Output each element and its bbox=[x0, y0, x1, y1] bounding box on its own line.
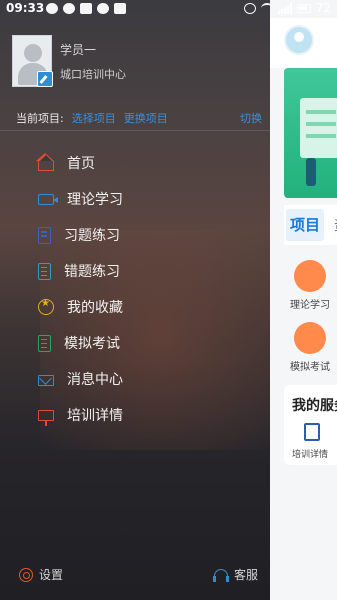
drawer-nav: 首页 理论学习 习题练习 错题练习 我的收藏 模拟考试 消息中心 培训详情 bbox=[0, 145, 270, 433]
avatar-head bbox=[24, 44, 42, 62]
trophy-icon bbox=[294, 322, 326, 354]
nav-item-messages[interactable]: 消息中心 bbox=[0, 361, 270, 397]
mail-icon bbox=[38, 374, 54, 386]
calendar-icon bbox=[114, 3, 126, 14]
nav-item-training-details[interactable]: 培训详情 bbox=[0, 397, 270, 433]
banner-figure bbox=[306, 158, 316, 186]
nav-item-label: 首页 bbox=[67, 156, 95, 172]
drawer-footer: 设置 客服 bbox=[0, 560, 270, 588]
battery-level: 72 bbox=[315, 1, 331, 15]
nav-item-mock-exam[interactable]: 模拟考试 bbox=[0, 325, 270, 361]
edit-icon[interactable] bbox=[37, 71, 53, 87]
nav-item-label: 消息中心 bbox=[67, 372, 123, 388]
main-tabs: 项目 资 bbox=[284, 205, 337, 245]
banner-line bbox=[306, 110, 336, 114]
main-menu-label: 模拟考试 bbox=[290, 362, 330, 373]
current-project-row: 当前项目: 选择项目 更换项目 切换 bbox=[16, 110, 266, 126]
main-menu-theory[interactable]: 理论学习 bbox=[284, 260, 336, 311]
nav-item-label: 我的收藏 bbox=[67, 300, 123, 316]
check-icon bbox=[97, 3, 109, 14]
nav-item-theory[interactable]: 理论学习 bbox=[0, 181, 270, 217]
chat-icon bbox=[46, 3, 58, 14]
nav-item-label: 培训详情 bbox=[67, 408, 123, 424]
banner-line bbox=[306, 122, 336, 126]
nav-item-mistakes[interactable]: 错题练习 bbox=[0, 253, 270, 289]
status-right: 72 bbox=[243, 1, 331, 15]
star-icon bbox=[38, 298, 54, 315]
document-icon bbox=[38, 334, 51, 352]
service-label: 培训详情 bbox=[292, 450, 329, 460]
user-avatar-icon[interactable] bbox=[284, 25, 314, 55]
select-project-link[interactable]: 选择项目 bbox=[72, 110, 116, 126]
main-menu-label: 理论学习 bbox=[290, 300, 330, 311]
video-icon bbox=[294, 260, 326, 292]
image-icon bbox=[80, 3, 92, 14]
video-icon bbox=[38, 193, 58, 205]
bookmark-icon[interactable] bbox=[304, 423, 320, 441]
gear-icon bbox=[19, 567, 33, 582]
main-app-panel: 项目 资 理论学习 模拟考试 我的服务 培训详情 bbox=[270, 0, 337, 600]
battery-icon bbox=[296, 3, 311, 13]
nav-item-favorites[interactable]: 我的收藏 bbox=[0, 289, 270, 325]
divider bbox=[0, 130, 270, 131]
project-label: 当前项目: bbox=[16, 112, 64, 125]
banner-screen bbox=[300, 98, 337, 158]
customer-service-button[interactable]: 客服 bbox=[212, 566, 258, 583]
headset-icon bbox=[212, 568, 229, 582]
tab-project[interactable]: 项目 bbox=[286, 209, 324, 241]
home-icon bbox=[36, 153, 54, 171]
location-icon bbox=[63, 3, 75, 14]
nav-item-label: 习题练习 bbox=[64, 228, 120, 244]
navigation-drawer: 学员一 城口培训中心 当前项目: 选择项目 更换项目 切换 首页 理论学习 习题… bbox=[0, 0, 270, 600]
profile-header[interactable]: 学员一 城口培训中心 bbox=[12, 35, 252, 91]
status-time: 09:33 bbox=[6, 1, 45, 15]
services-title: 我的服务 bbox=[292, 398, 337, 414]
main-menu-exam[interactable]: 模拟考试 bbox=[284, 322, 336, 373]
notebook-icon bbox=[38, 226, 51, 244]
service-label: 客服 bbox=[233, 568, 258, 582]
switch-project-link[interactable]: 切换 bbox=[240, 110, 262, 126]
user-name: 学员一 bbox=[60, 43, 97, 57]
alarm-icon bbox=[243, 2, 256, 14]
status-bar: 09:33 72 bbox=[0, 0, 337, 18]
signal-icon bbox=[277, 2, 292, 14]
nav-item-label: 理论学习 bbox=[67, 192, 123, 208]
settings-label: 设置 bbox=[39, 568, 64, 582]
banner-image[interactable] bbox=[284, 68, 337, 198]
settings-button[interactable]: 设置 bbox=[19, 566, 63, 583]
change-project-link[interactable]: 更换项目 bbox=[124, 110, 168, 126]
banner-line bbox=[306, 134, 336, 138]
nav-item-home[interactable]: 首页 bbox=[0, 145, 270, 181]
nav-item-label: 模拟考试 bbox=[64, 336, 120, 352]
checklist-icon bbox=[38, 262, 51, 280]
wifi-icon bbox=[260, 2, 273, 14]
nav-item-label: 错题练习 bbox=[64, 264, 120, 280]
services-card: 我的服务 培训详情 bbox=[284, 385, 337, 465]
presentation-icon bbox=[38, 409, 54, 426]
notification-icons bbox=[46, 3, 126, 14]
user-organization: 城口培训中心 bbox=[60, 68, 126, 81]
nav-item-exercises[interactable]: 习题练习 bbox=[0, 217, 270, 253]
